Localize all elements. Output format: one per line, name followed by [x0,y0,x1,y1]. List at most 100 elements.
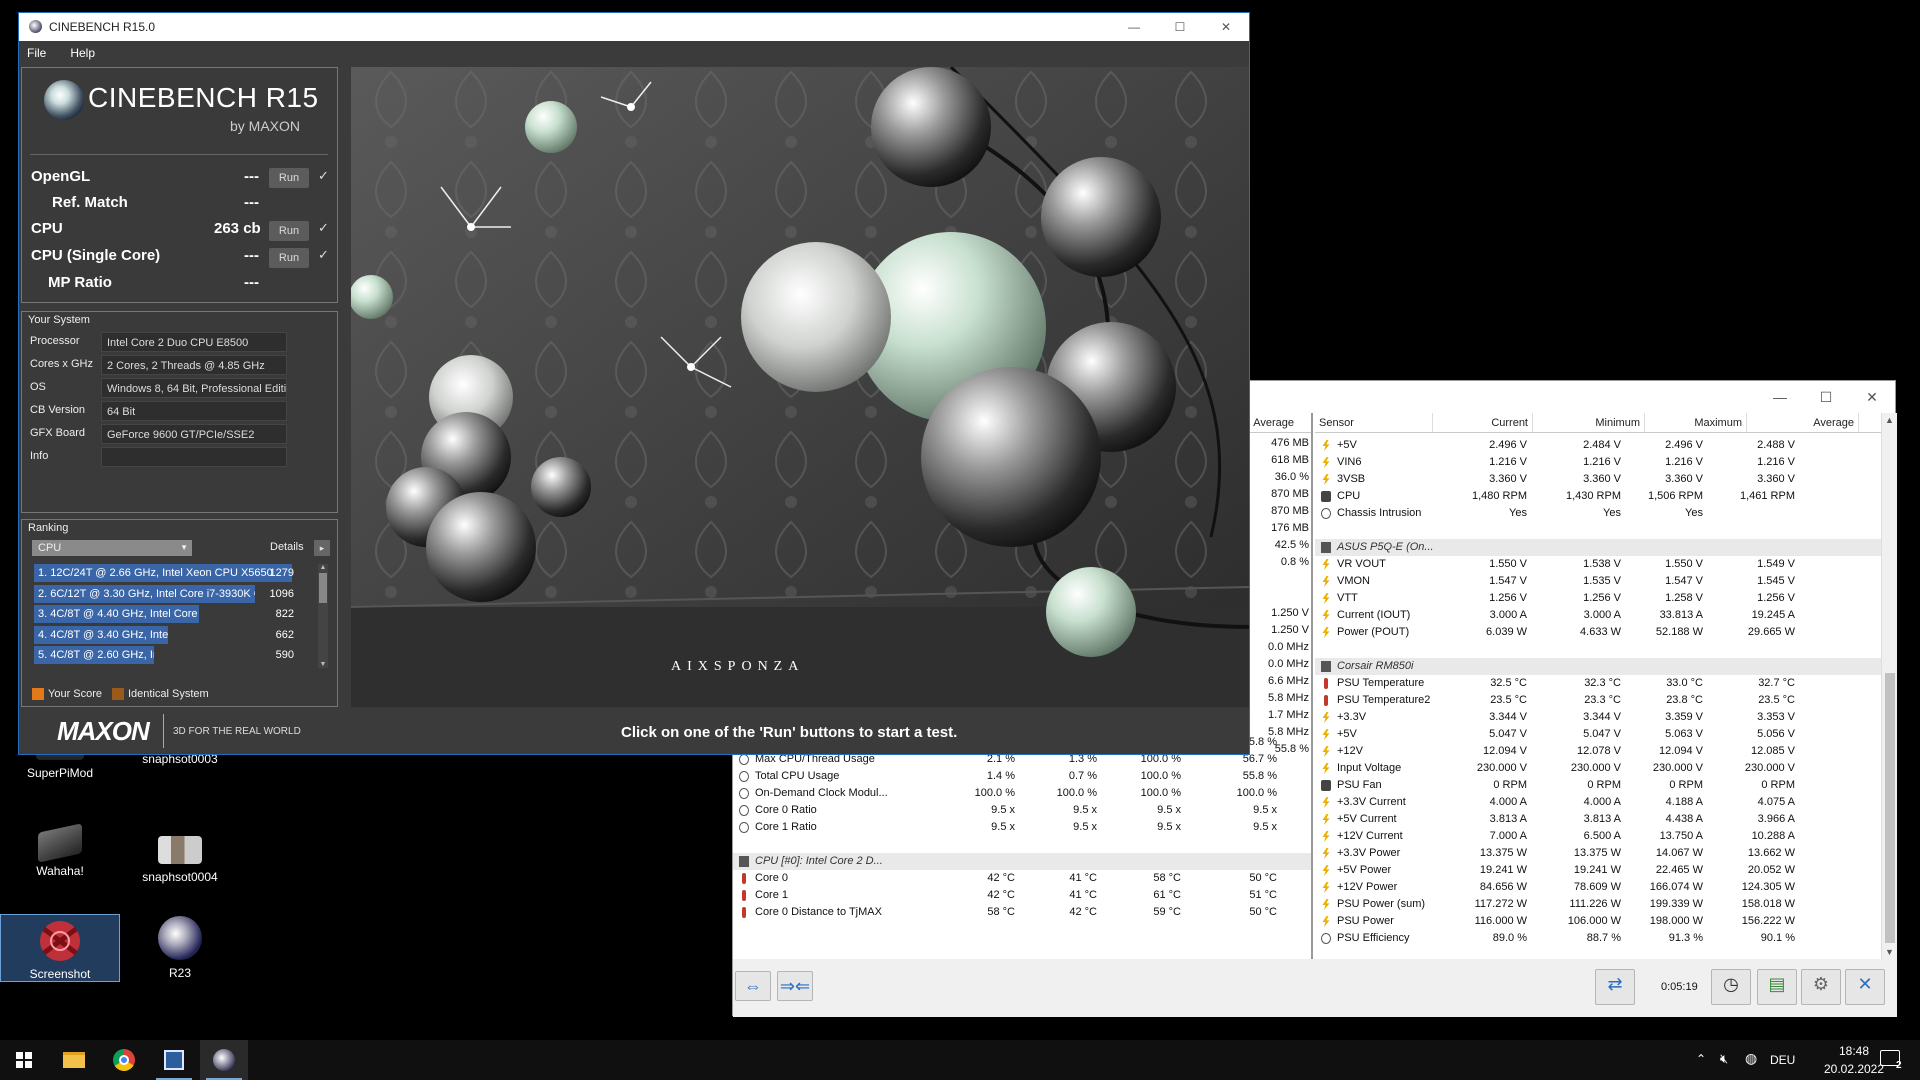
sensor-row[interactable]: VR VOUT 1.550 V 1.538 V 1.550 V 1.549 V [1315,556,1881,573]
minimize-button[interactable]: — [1757,381,1803,413]
sensor-row[interactable]: Core 0 Distance to TjMAX 58 °C 42 °C 59 °C 5… [733,904,1311,921]
identical-system-label: Identical System [128,688,209,700]
sensor-row[interactable]: +12V 12.094 V 12.078 V 12.094 V 12.085 V [1315,743,1881,760]
sensor-max-cell [1627,658,1709,675]
sensor-row[interactable]: +5V 2.496 V 2.484 V 2.496 V 2.488 V [1315,437,1881,454]
sensor-row[interactable]: +3.3V 3.344 V 3.344 V 3.359 V 3.353 V [1315,709,1881,726]
sensor-row[interactable]: +5V Current 3.813 A 3.813 A 4.438 A 3.966 A [1315,811,1881,828]
start-button[interactable] [0,1040,48,1080]
maximize-button[interactable]: ☐ [1803,381,1849,413]
sensor-row[interactable]: VIN6 1.216 V 1.216 V 1.216 V 1.216 V [1315,454,1881,471]
close-button[interactable]: ✕ [1849,381,1895,413]
menu-file[interactable]: File [27,46,46,60]
cpu-checkbox[interactable]: ✓ [318,220,329,236]
sensor-group-header[interactable]: Corsair RM850i [1315,658,1881,675]
desktop-icon-screenshot[interactable]: Screenshot [0,914,120,982]
sensor-row[interactable]: Core 1 Ratio 9.5 x 9.5 x 9.5 x 9.5 x [733,819,1311,836]
navigate-arrows-button[interactable]: ⇔ [735,971,771,1001]
menu-help[interactable]: Help [70,46,95,60]
scroll-down-arrow-icon[interactable]: ▼ [1885,947,1894,957]
sensor-row[interactable]: Input Voltage 230.000 V 230.000 V 230.000 V… [1315,760,1881,777]
sensor-row[interactable]: +12V Current 7.000 A 6.500 A 13.750 A 10.288… [1315,828,1881,845]
collapse-arrows-button[interactable]: ⇒⇐ [777,971,813,1001]
column-header-sensor[interactable]: Sensor [1315,413,1433,432]
your-score-label: Your Score [48,688,103,700]
cpu-single-checkbox[interactable]: ✓ [318,247,329,263]
sensor-row[interactable]: PSU Power 116.000 W 106.000 W 198.000 W 156.… [1315,913,1881,930]
desktop-icon-r23[interactable]: R23 [132,916,228,980]
close-button[interactable]: ✕ [1203,13,1249,41]
ranking-item[interactable]: 3. 4C/8T @ 4.40 GHz, Intel Core i7-4770K… [34,605,314,623]
sensor-row[interactable]: Current (IOUT) 3.000 A 3.000 A 33.813 A 19.2… [1315,607,1881,624]
sensor-table-header: Sensor Current Minimum Maximum Average [1315,413,1897,433]
log-file-button[interactable]: ▤ [1757,969,1797,1005]
ranking-item[interactable]: 5. 4C/8T @ 2.60 GHz, Intel Core i7-3720Q… [34,646,314,664]
sensor-row[interactable]: Core 1 42 °C 41 °C 61 °C 51 °C [733,887,1311,904]
sensor-row[interactable]: PSU Efficiency 89.0 % 88.7 % 91.3 % 90.1 % [1315,930,1881,947]
maximize-button[interactable]: ☐ [1157,13,1203,41]
desktop-icon-wahaha[interactable]: Wahaha! [12,822,108,878]
sensor-row[interactable]: PSU Temperature 32.5 °C 32.3 °C 33.0 °C 32.7… [1315,675,1881,692]
column-header-average[interactable]: Average [1747,413,1859,432]
sensor-row[interactable]: Chassis Intrusion Yes Yes Yes [1315,505,1881,522]
sensor-row[interactable]: +12V Power 84.656 W 78.609 W 166.074 W 124.3… [1315,879,1881,896]
sensor-avg-cell: 20.052 W [1747,864,1795,876]
sensor-row[interactable]: PSU Temperature2 23.5 °C 23.3 °C 23.8 °C 23.… [1315,692,1881,709]
file-explorer-button[interactable] [50,1040,98,1080]
settings-gear-icon[interactable]: ⚙ [1801,969,1841,1005]
sensor-row[interactable]: Core 0 42 °C 41 °C 58 °C 50 °C [733,870,1311,887]
speaker-muted-icon[interactable]: 🔇︎ [1720,1051,1728,1067]
sensor-row[interactable]: +5V 5.047 V 5.047 V 5.063 V 5.056 V [1315,726,1881,743]
scroll-up-arrow-icon[interactable]: ▲ [318,564,328,571]
network-sensors-button[interactable]: ⇄ [1595,969,1635,1005]
ranking-item[interactable]: 2. 6C/12T @ 3.30 GHz, Intel Core i7-3930… [34,584,314,603]
clock-icon[interactable]: ◷ [1711,969,1751,1005]
sensor-row[interactable]: PSU Fan 0 RPM 0 RPM 0 RPM 0 RPM [1315,777,1881,794]
cpu-run-button[interactable]: Run [269,221,309,241]
column-header-average[interactable]: Average [1249,413,1311,432]
scroll-down-arrow-icon[interactable]: ▼ [318,661,328,668]
sensor-row[interactable]: Power (POUT) 6.039 W 4.633 W 52.188 W 29.665… [1315,624,1881,641]
sensor-row[interactable]: Core 0 Ratio 9.5 x 9.5 x 9.5 x 9.5 x [733,802,1311,819]
sensor-row[interactable]: Total CPU Usage 1.4 % 0.7 % 100.0 % 55.8 % [733,768,1311,785]
sensor-name-cell: VR VOUT [1315,556,1433,573]
sensor-row[interactable]: On-Demand Clock Modul... 100.0 % 100.0 % 10… [733,785,1311,802]
sensor-row[interactable]: VMON 1.547 V 1.535 V 1.547 V 1.545 V [1315,573,1881,590]
opengl-run-button[interactable]: Run [269,168,309,188]
sensor-group-header[interactable]: ASUS P5Q-E (On... [1315,539,1881,556]
ranking-item[interactable]: 1. 12C/24T @ 2.66 GHz, Intel Xeon CPU X5… [34,564,314,582]
ranking-item[interactable]: 4. 4C/8T @ 3.40 GHz, Intel Core i7-3770 … [34,625,314,644]
sensor-row[interactable]: +3.3V Current 4.000 A 4.000 A 4.188 A 4.075 … [1315,794,1881,811]
ranking-category-select[interactable]: CPU ▼ [32,540,192,556]
opengl-checkbox[interactable]: ✓ [318,168,329,184]
sensor-row[interactable]: CPU 1,480 RPM 1,430 RPM 1,506 RPM 1,461 RPM [1315,488,1881,505]
column-header-minimum[interactable]: Minimum [1533,413,1645,432]
close-sensors-button[interactable]: ✕ [1845,969,1885,1005]
hwinfo-taskbar-button[interactable] [150,1040,198,1080]
cpu-single-label: CPU (Single Core) [31,247,161,264]
scrollbar-thumb[interactable] [1885,673,1895,943]
ranking-scrollbar[interactable]: ▲ ▼ [318,564,328,668]
chrome-button[interactable] [100,1040,148,1080]
sensor-row[interactable]: 3VSB 3.360 V 3.360 V 3.360 V 3.360 V [1315,471,1881,488]
sensor-row[interactable]: PSU Power (sum) 117.272 W 111.226 W 199.339… [1315,896,1881,913]
sensor-row[interactable]: +3.3V Power 13.375 W 13.375 W 14.067 W 13.66… [1315,845,1881,862]
cpu-single-run-button[interactable]: Run [269,248,309,268]
minimize-button[interactable]: — [1111,13,1157,41]
desktop-icon-snaphsot0004[interactable]: snaphsot0004 [132,830,228,884]
sensor-group-header[interactable]: CPU [#0]: Intel Core 2 D... [733,853,1311,870]
show-hidden-icons-chevron-icon[interactable]: ⌃ [1696,1052,1706,1066]
sensor-name-cell: VIN6 [1315,454,1433,471]
input-language[interactable]: DEU [1770,1053,1795,1067]
sensor-row[interactable]: +5V Power 19.241 W 19.241 W 22.465 W 20.052 … [1315,862,1881,879]
cinebench-taskbar-button[interactable] [200,1040,248,1080]
sensor-scrollbar[interactable]: ▲ ▼ [1881,413,1897,959]
column-header-current[interactable]: Current [1433,413,1533,432]
column-header-maximum[interactable]: Maximum [1645,413,1747,432]
sensor-row[interactable]: VTT 1.256 V 1.256 V 1.258 V 1.256 V [1315,590,1881,607]
details-toggle-button[interactable]: ▸ [314,540,330,556]
scrollbar-thumb[interactable] [319,573,327,603]
network-globe-icon[interactable]: ◍ [1745,1050,1757,1067]
clock-time[interactable]: 18:48 [1828,1044,1880,1058]
scroll-up-arrow-icon[interactable]: ▲ [1885,415,1894,425]
